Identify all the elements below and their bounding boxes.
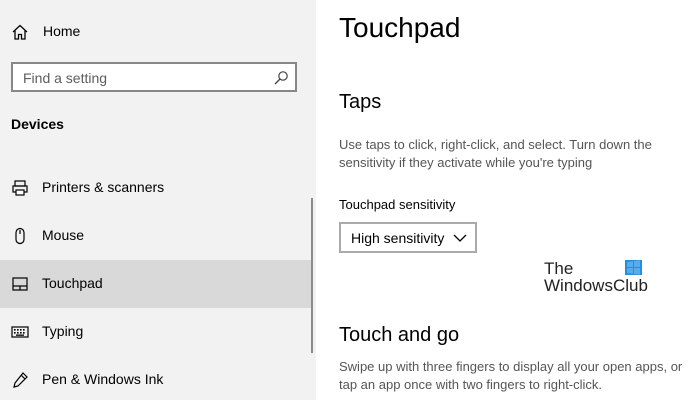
- sensitivity-value: High sensitivity: [351, 230, 445, 246]
- sidebar-item-printers[interactable]: Printers & scanners: [0, 164, 313, 212]
- search-icon[interactable]: [273, 70, 289, 86]
- sidebar-scrollbar[interactable]: [311, 198, 313, 353]
- sidebar-item-pen[interactable]: Pen & Windows Ink: [0, 356, 313, 404]
- mouse-icon: [15, 227, 25, 245]
- taps-heading: Taps: [339, 91, 382, 113]
- sidebar-item-mouse[interactable]: Mouse: [0, 212, 313, 260]
- main-content: Touchpad Taps Use taps to click, right-c…: [316, 0, 700, 400]
- windows-logo-icon: [625, 260, 642, 275]
- search-input[interactable]: Find a setting: [11, 62, 297, 92]
- sidebar-item-label: Printers & scanners: [42, 179, 165, 195]
- sidebar-item-touchpad[interactable]: Touchpad: [0, 260, 313, 308]
- home-icon: [12, 24, 28, 40]
- keyboard-icon: [11, 326, 29, 338]
- page-title: Touchpad: [339, 12, 461, 43]
- touchpad-icon: [12, 277, 28, 291]
- home-link[interactable]: Home: [0, 11, 316, 51]
- sidebar-item-label: Pen & Windows Ink: [42, 371, 164, 387]
- sensitivity-dropdown[interactable]: High sensitivity: [339, 222, 477, 253]
- sidebar: Home Find a setting Devices Printers & s…: [0, 0, 316, 400]
- sidebar-item-label: Typing: [42, 323, 84, 339]
- watermark-line2: WindowsClub: [544, 276, 648, 295]
- home-label: Home: [43, 23, 81, 39]
- pen-icon: [13, 372, 28, 388]
- taps-description: Use taps to click, right-click, and sele…: [339, 137, 652, 170]
- touch-and-go-description: Swipe up with three fingers to display a…: [339, 359, 683, 392]
- chevron-down-icon: [453, 234, 467, 242]
- sidebar-item-typing[interactable]: Typing: [0, 308, 313, 356]
- printer-icon: [12, 180, 28, 196]
- watermark: The WindowsClub: [544, 258, 664, 298]
- touch-and-go-heading: Touch and go: [339, 324, 460, 346]
- search-placeholder: Find a setting: [23, 70, 108, 86]
- sidebar-item-label: Touchpad: [42, 275, 103, 291]
- section-title: Devices: [11, 116, 64, 132]
- sensitivity-label: Touchpad sensitivity: [339, 197, 456, 212]
- sidebar-item-label: Mouse: [42, 227, 85, 243]
